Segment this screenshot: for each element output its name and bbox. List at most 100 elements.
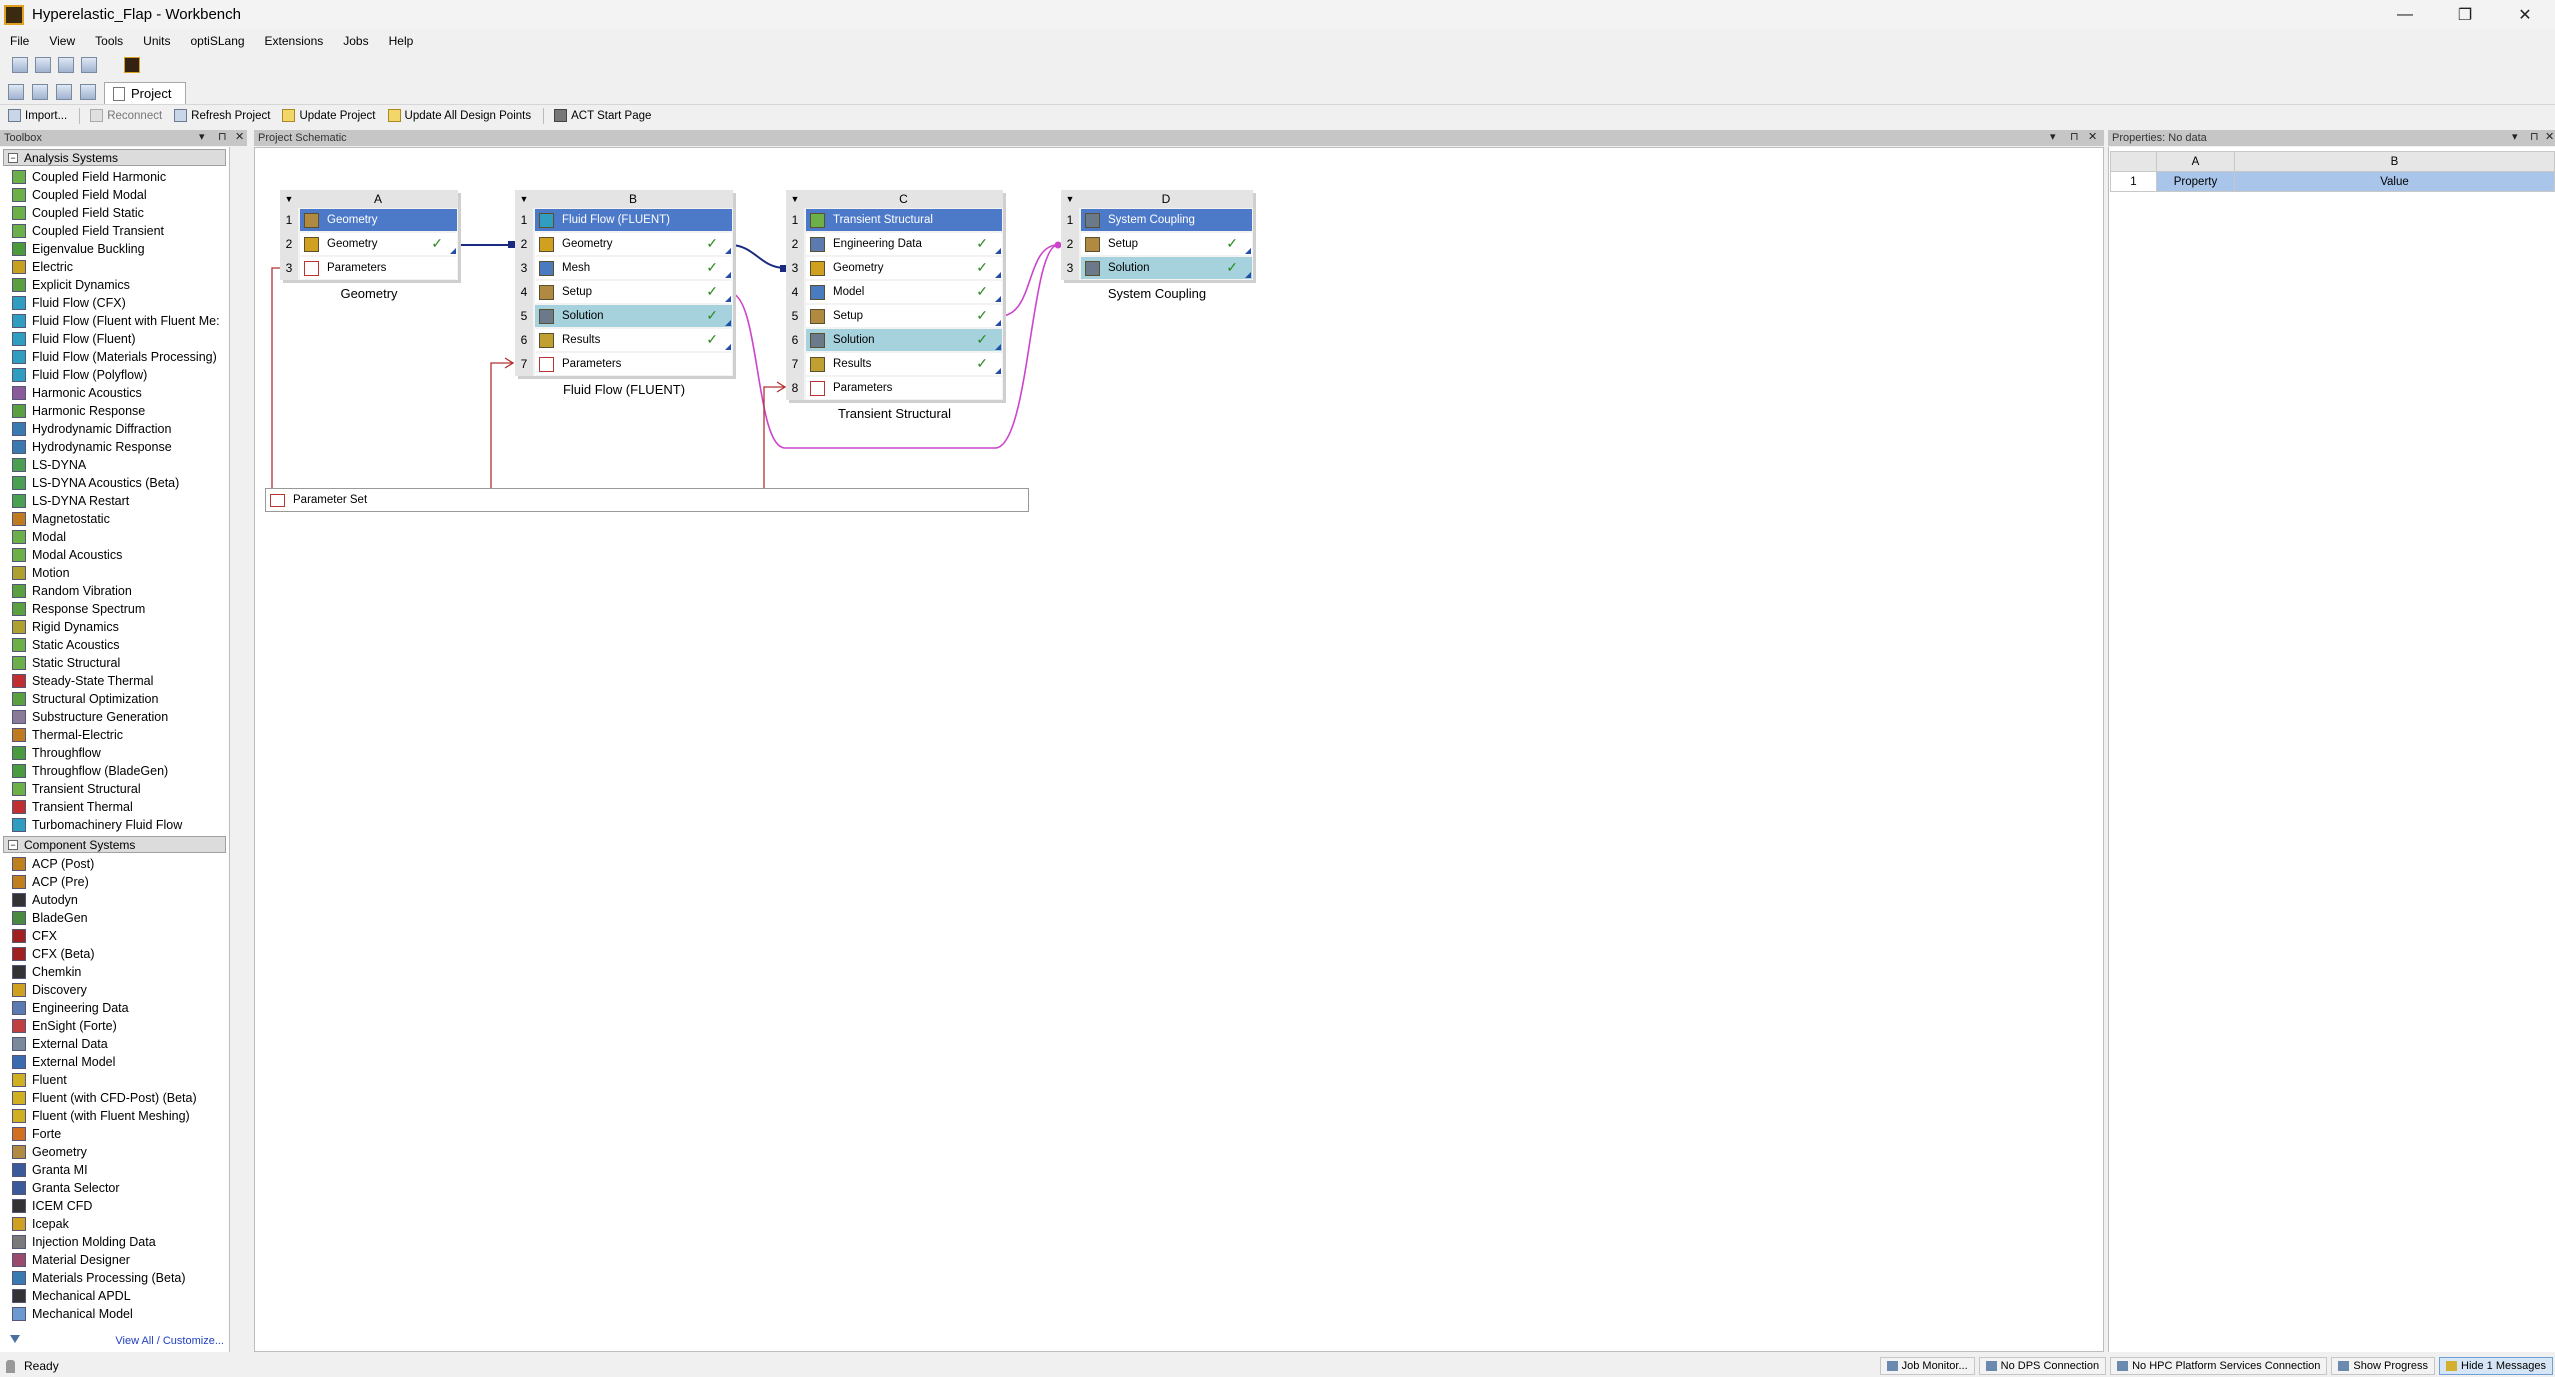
toolbox-item[interactable]: Rigid Dynamics <box>0 618 229 636</box>
system-cell[interactable]: 1 Geometry <box>280 208 458 232</box>
cell-body[interactable]: Setup ✓ <box>806 305 1002 327</box>
toolbox-item[interactable]: Magnetostatic <box>0 510 229 528</box>
cell-body[interactable]: Results ✓ <box>806 353 1002 375</box>
system-cell[interactable]: 3 Parameters <box>280 256 458 280</box>
filter-icon[interactable] <box>10 1335 20 1347</box>
collapse-icon[interactable]: − <box>8 152 18 163</box>
toolbox-item[interactable]: LS-DYNA Acoustics (Beta) <box>0 474 229 492</box>
system-cell[interactable]: 5 Setup ✓ <box>786 304 1003 328</box>
system-cell[interactable]: 2 Geometry ✓ <box>515 232 733 256</box>
toolbox-item[interactable]: Steady-State Thermal <box>0 672 229 690</box>
system-caption[interactable]: Fluid Flow (FLUENT) <box>515 382 733 397</box>
system-block-a[interactable]: ▼ A 1 Geometry 2 Geometry ✓ 3 Parameters <box>280 190 458 280</box>
save-project-icon[interactable] <box>35 57 51 73</box>
toolbox-item[interactable]: Throughflow (BladeGen) <box>0 762 229 780</box>
toolbox-item[interactable]: External Model <box>0 1053 229 1071</box>
toolbox-item[interactable]: Structural Optimization <box>0 690 229 708</box>
cell-body[interactable]: Setup ✓ <box>1081 233 1252 255</box>
toolbox-item[interactable]: Granta MI <box>0 1161 229 1179</box>
system-cell[interactable]: 3 Mesh ✓ <box>515 256 733 280</box>
toolbox-item[interactable]: EnSight (Forte) <box>0 1017 229 1035</box>
toolbox-item[interactable]: External Data <box>0 1035 229 1053</box>
panel-close-icon[interactable]: ✕ <box>2088 130 2097 143</box>
toolbox-item[interactable]: CFX <box>0 927 229 945</box>
system-cell[interactable]: 4 Setup ✓ <box>515 280 733 304</box>
cell-body[interactable]: Geometry ✓ <box>535 233 732 255</box>
cell-body[interactable]: Geometry ✓ <box>806 257 1002 279</box>
close-window-button[interactable]: ✕ <box>2495 0 2555 29</box>
cell-body[interactable]: Mesh ✓ <box>535 257 732 279</box>
menu-help[interactable]: Help <box>389 34 414 48</box>
open-icon[interactable] <box>32 84 48 100</box>
value-header-cell[interactable]: Value <box>2234 171 2555 192</box>
cell-body[interactable]: Fluid Flow (FLUENT) <box>535 209 732 231</box>
new-icon[interactable] <box>8 84 24 100</box>
hpc-connection-button[interactable]: No HPC Platform Services Connection <box>2110 1357 2328 1375</box>
save-as-small-icon[interactable] <box>80 84 96 100</box>
toolbox-item[interactable]: Transient Structural <box>0 780 229 798</box>
toolbox-item[interactable]: ACP (Post) <box>0 855 229 873</box>
toolbox-item[interactable]: Throughflow <box>0 744 229 762</box>
toolbox-item[interactable]: Fluid Flow (Fluent with Fluent Me: <box>0 312 229 330</box>
system-cell[interactable]: 8 Parameters <box>786 376 1003 400</box>
hide-messages-button[interactable]: Hide 1 Messages <box>2439 1357 2553 1375</box>
cell-body[interactable]: Solution ✓ <box>806 329 1002 351</box>
system-cell[interactable]: 7 Results ✓ <box>786 352 1003 376</box>
menu-file[interactable]: File <box>10 34 29 48</box>
save-icon[interactable] <box>56 84 72 100</box>
toolbox-item[interactable]: Materials Processing (Beta) <box>0 1269 229 1287</box>
toolbox-item[interactable]: Autodyn <box>0 891 229 909</box>
toolbox-item[interactable]: Electric <box>0 258 229 276</box>
toolbox-item[interactable]: Fluid Flow (CFX) <box>0 294 229 312</box>
menu-jobs[interactable]: Jobs <box>343 34 368 48</box>
toolbox-item[interactable]: LS-DYNA Restart <box>0 492 229 510</box>
toolbox-item[interactable]: Coupled Field Static <box>0 204 229 222</box>
cell-body[interactable]: Model ✓ <box>806 281 1002 303</box>
system-block-c[interactable]: ▼ C 1 Transient Structural 2 Engineering Data… <box>786 190 1003 400</box>
cell-body[interactable]: Solution ✓ <box>535 305 732 327</box>
toolbox-item[interactable]: ICEM CFD <box>0 1197 229 1215</box>
view-all-customize-link[interactable]: View All / Customize... <box>115 1335 224 1347</box>
minimize-button[interactable]: — <box>2375 0 2435 29</box>
job-monitor-button[interactable]: Job Monitor... <box>1879 1357 1975 1375</box>
toolbox-item[interactable]: BladeGen <box>0 909 229 927</box>
panel-pin-icon[interactable]: ⊓ <box>218 130 227 143</box>
cell-body[interactable]: Setup ✓ <box>535 281 732 303</box>
dps-connection-button[interactable]: No DPS Connection <box>1978 1357 2107 1375</box>
toolbox-item[interactable]: Fluent <box>0 1071 229 1089</box>
system-caption[interactable]: Transient Structural <box>786 406 1003 421</box>
toolbox-item[interactable]: Fluid Flow (Polyflow) <box>0 366 229 384</box>
reconnect-button[interactable]: Reconnect <box>90 109 162 122</box>
toolbox-item[interactable]: Fluid Flow (Materials Processing) <box>0 348 229 366</box>
cell-body[interactable]: Engineering Data ✓ <box>806 233 1002 255</box>
system-cell[interactable]: 1 System Coupling <box>1061 208 1253 232</box>
toolbox-item[interactable]: LS-DYNA <box>0 456 229 474</box>
panel-close-icon[interactable]: ✕ <box>2545 130 2554 143</box>
cell-body[interactable]: Geometry <box>300 209 457 231</box>
system-caption[interactable]: Geometry <box>280 286 458 301</box>
toolbox-item[interactable]: Substructure Generation <box>0 708 229 726</box>
toolbox-item[interactable]: Forte <box>0 1125 229 1143</box>
system-block-d[interactable]: ▼ D 1 System Coupling 2 Setup ✓ 3 Solution ✓ <box>1061 190 1253 280</box>
menu-tools[interactable]: Tools <box>95 34 123 48</box>
system-cell[interactable]: 6 Results ✓ <box>515 328 733 352</box>
tab-project[interactable]: Project <box>104 82 187 104</box>
update-project-button[interactable]: Update Project <box>282 109 376 122</box>
system-menu-icon[interactable]: ▼ <box>515 190 533 208</box>
cell-body[interactable]: Transient Structural <box>806 209 1002 231</box>
system-cell[interactable]: 1 Fluid Flow (FLUENT) <box>515 208 733 232</box>
toolbox-item[interactable]: Chemkin <box>0 963 229 981</box>
panel-pin-icon[interactable]: ⊓ <box>2070 130 2079 143</box>
menu-units[interactable]: Units <box>143 34 170 48</box>
workbench-logo-icon[interactable] <box>124 57 140 73</box>
system-caption[interactable]: System Coupling <box>1061 286 1253 301</box>
cell-body[interactable]: System Coupling <box>1081 209 1252 231</box>
system-cell[interactable]: 2 Geometry ✓ <box>280 232 458 256</box>
toolbox-item[interactable]: CFX (Beta) <box>0 945 229 963</box>
system-menu-icon[interactable]: ▼ <box>1061 190 1079 208</box>
toolbox-item[interactable]: Turbomachinery Fluid Flow <box>0 816 229 834</box>
toolbox-item[interactable]: Motion <box>0 564 229 582</box>
system-cell[interactable]: 5 Solution ✓ <box>515 304 733 328</box>
show-progress-button[interactable]: Show Progress <box>2331 1357 2435 1375</box>
toolbox-item[interactable]: ACP (Pre) <box>0 873 229 891</box>
